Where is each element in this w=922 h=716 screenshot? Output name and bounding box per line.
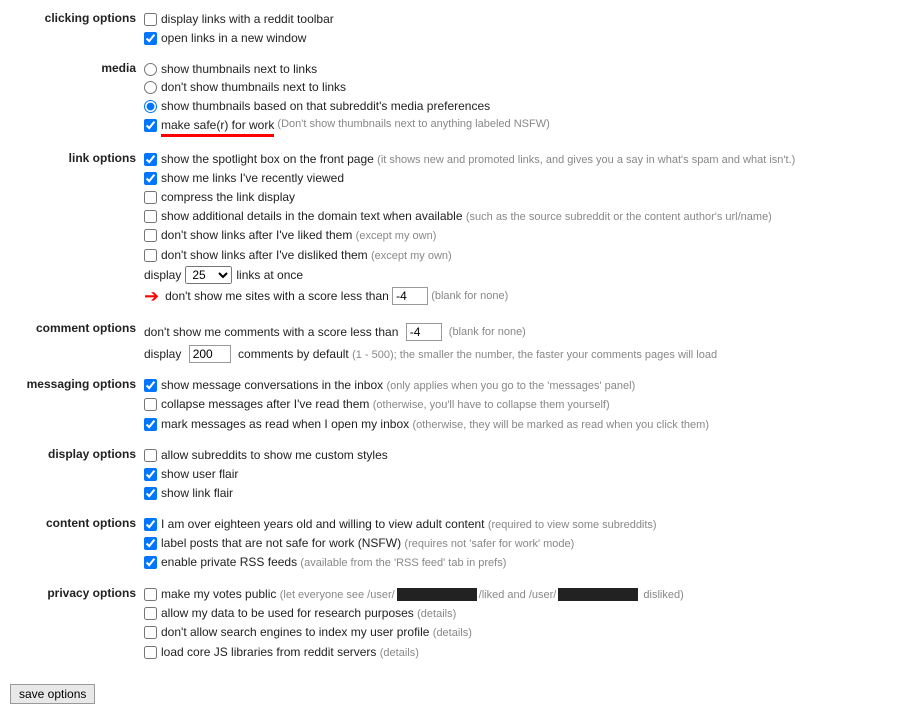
- recently-viewed-checkbox[interactable]: [144, 172, 157, 185]
- display-links-select[interactable]: 25 10 50 100: [185, 266, 232, 284]
- display-comments-input[interactable]: [189, 345, 231, 363]
- subreddit-media-pref-radio[interactable]: [144, 100, 157, 113]
- list-item: enable private RSS feeds (available from…: [144, 554, 908, 571]
- list-item: open links in a new window: [144, 30, 908, 47]
- adult-content-checkbox[interactable]: [144, 518, 157, 531]
- list-item: show additional details in the domain te…: [144, 208, 908, 225]
- comment-options-section: comment options don't show me comments w…: [10, 318, 912, 368]
- list-item: show me links I've recently viewed: [144, 170, 908, 187]
- list-item: don't show links after I've liked them (…: [144, 227, 908, 244]
- media-section: media show thumbnails next to links don'…: [10, 58, 912, 142]
- list-item: show user flair: [144, 466, 908, 483]
- show-user-flair-checkbox[interactable]: [144, 468, 157, 481]
- media-label: media: [101, 61, 136, 75]
- display-comments-row: display comments by default (1 - 500); t…: [144, 345, 908, 363]
- additional-details-checkbox[interactable]: [144, 210, 157, 223]
- list-item: don't show thumbnails next to links: [144, 79, 908, 96]
- list-item: collapse messages after I've read them (…: [144, 396, 908, 413]
- reddit-js-checkbox[interactable]: [144, 646, 157, 659]
- safe-for-work-checkbox[interactable]: [144, 119, 157, 132]
- show-thumbnails-radio[interactable]: [144, 63, 157, 76]
- display-options-section: display options allow subreddits to show…: [10, 444, 912, 506]
- hide-liked-checkbox[interactable]: [144, 229, 157, 242]
- list-item: compress the link display: [144, 189, 908, 206]
- comment-options-label: comment options: [36, 321, 136, 335]
- list-item: show thumbnails next to links: [144, 61, 908, 78]
- content-options-label: content options: [46, 516, 136, 530]
- list-item: don't allow search engines to index my u…: [144, 624, 908, 641]
- message-conversations-checkbox[interactable]: [144, 379, 157, 392]
- list-item: show thumbnails based on that subreddit'…: [144, 98, 908, 115]
- list-item: make safe(r) for work (Don't show thumbn…: [144, 117, 908, 137]
- show-link-flair-checkbox[interactable]: [144, 487, 157, 500]
- clicking-options-label: clicking options: [45, 11, 136, 25]
- display-options-label: display options: [48, 447, 136, 461]
- comment-score-input[interactable]: [406, 323, 442, 341]
- clicking-options-section: clicking options display links with a re…: [10, 8, 912, 52]
- research-data-checkbox[interactable]: [144, 607, 157, 620]
- comment-score-row: don't show me comments with a score less…: [144, 323, 908, 341]
- content-options-section: content options I am over eighteen years…: [10, 513, 912, 577]
- custom-styles-checkbox[interactable]: [144, 449, 157, 462]
- red-arrow-icon: ➔: [144, 286, 159, 307]
- list-item: allow my data to be used for research pu…: [144, 605, 908, 622]
- messaging-options-section: messaging options show message conversat…: [10, 374, 912, 438]
- list-item: display links with a reddit toolbar: [144, 11, 908, 28]
- list-item: load core JS libraries from reddit serve…: [144, 644, 908, 661]
- list-item: show message conversations in the inbox …: [144, 377, 908, 394]
- messaging-options-label: messaging options: [27, 377, 136, 391]
- save-options-button[interactable]: save options: [10, 684, 95, 704]
- list-item: allow subreddits to show me custom style…: [144, 447, 908, 464]
- list-item: mark messages as read when I open my inb…: [144, 416, 908, 433]
- link-options-label: link options: [69, 151, 136, 165]
- list-item: label posts that are not safe for work (…: [144, 535, 908, 552]
- privacy-options-label: privacy options: [47, 586, 136, 600]
- display-links-row: display 25 10 50 100 links at once: [144, 266, 908, 284]
- open-new-window-checkbox[interactable]: [144, 32, 157, 45]
- list-item: don't show links after I've disliked the…: [144, 247, 908, 264]
- redacted-username-1: [397, 588, 477, 601]
- mark-read-checkbox[interactable]: [144, 418, 157, 431]
- link-options-section: link options show the spotlight box on t…: [10, 148, 912, 312]
- label-nsfw-checkbox[interactable]: [144, 537, 157, 550]
- compress-display-checkbox[interactable]: [144, 191, 157, 204]
- no-thumbnails-radio[interactable]: [144, 81, 157, 94]
- list-item: show the spotlight box on the front page…: [144, 151, 908, 168]
- redacted-username-2: [558, 588, 638, 601]
- list-item: show link flair: [144, 485, 908, 502]
- hide-disliked-checkbox[interactable]: [144, 249, 157, 262]
- no-search-index-checkbox[interactable]: [144, 626, 157, 639]
- list-item: make my votes public (let everyone see /…: [144, 586, 908, 603]
- score-filter-row: ➔ don't show me sites with a score less …: [144, 286, 908, 307]
- site-score-input[interactable]: [392, 287, 428, 305]
- collapse-messages-checkbox[interactable]: [144, 398, 157, 411]
- privacy-options-section: privacy options make my votes public (le…: [10, 583, 912, 667]
- spotlight-box-checkbox[interactable]: [144, 153, 157, 166]
- private-rss-checkbox[interactable]: [144, 556, 157, 569]
- display-links-toolbar-checkbox[interactable]: [144, 13, 157, 26]
- list-item: I am over eighteen years old and willing…: [144, 516, 908, 533]
- public-votes-checkbox[interactable]: [144, 588, 157, 601]
